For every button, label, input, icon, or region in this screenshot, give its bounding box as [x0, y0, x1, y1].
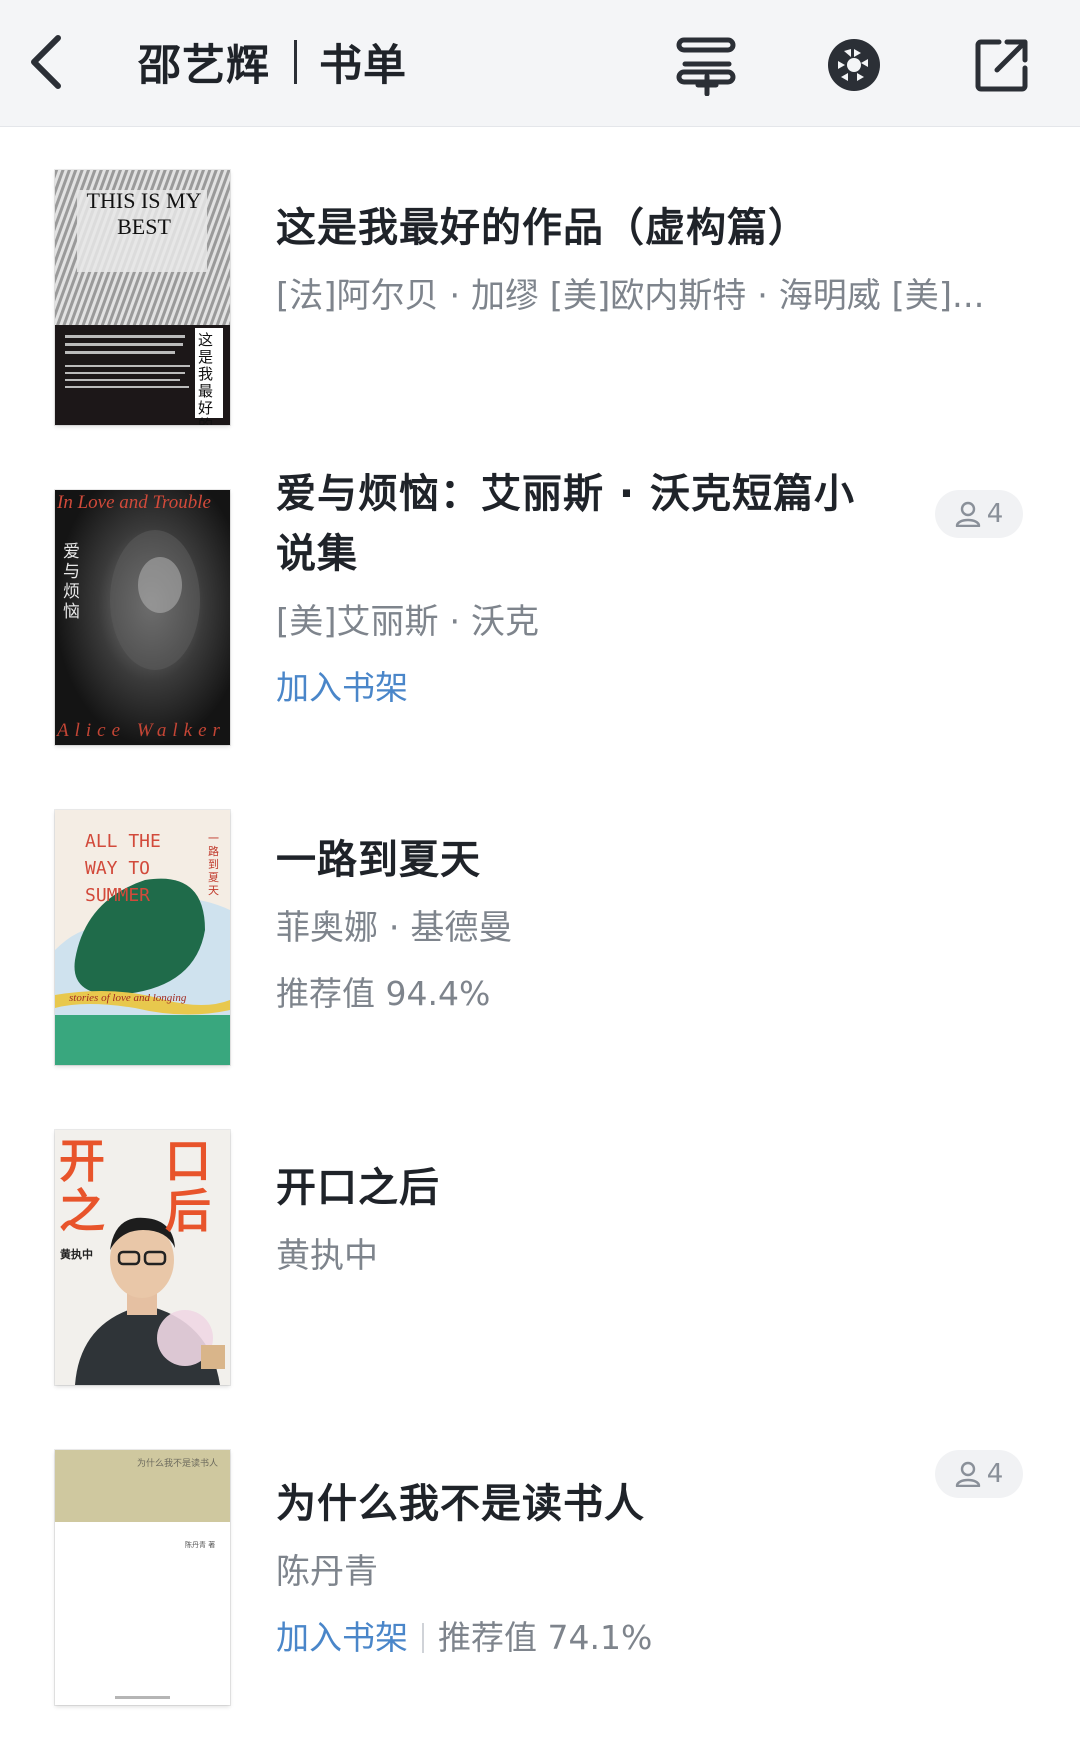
share-external-icon: [975, 39, 1028, 92]
book-title[interactable]: 这是我最好的作品（虚构篇）: [276, 198, 936, 258]
cover-title: THIS IS MY BEST: [86, 188, 202, 239]
cover-side-text: 这是我最好的作品: [198, 331, 214, 426]
book-info: 为什么我不是读书人 陈丹青 加入书架 推荐值 74.1%: [276, 1474, 936, 1662]
book-author: 陈丹青: [276, 1552, 378, 1592]
book-cover[interactable]: 开之 口后 黄执中: [55, 1130, 230, 1385]
person-icon: [955, 501, 980, 527]
page-title-section: 书单: [319, 41, 407, 91]
book-item[interactable]: 为什么我不是读书人 陈丹青 著 为什么我不是读书人 陈丹青 加入书架 推荐值 7…: [0, 1430, 1080, 1730]
page-title: 邵艺辉 书单: [138, 30, 407, 94]
book-author: 菲奥娜 · 基德曼: [276, 908, 513, 948]
book-info: 一路到夏天 菲奥娜 · 基德曼 推荐值 94.4%: [276, 830, 936, 1018]
book-info: 爱与烦恼：艾丽斯 · 沃克短篇小说集 [美]艾丽斯 · 沃克 加入书架: [276, 464, 936, 712]
page-title-owner: 邵艺辉: [138, 41, 270, 91]
book-item[interactable]: THIS IS MY BEST 这是我最好的作品 这是我最好的作品（虚构篇） […: [0, 150, 1080, 450]
recommendation-score: 推荐值 94.4%: [276, 974, 491, 1013]
book-cover[interactable]: ALL THE WAY TO SUMMER stories of love an…: [55, 810, 230, 1065]
cover-artwork: [55, 1450, 230, 1705]
book-title[interactable]: 爱与烦恼：艾丽斯 · 沃克短篇小说集: [276, 464, 856, 584]
cover-top-text: In Love and Trouble: [57, 492, 211, 513]
book-title[interactable]: 开口之后: [276, 1158, 936, 1218]
book-info: 开口之后 黄执中: [276, 1158, 936, 1280]
book-title[interactable]: 一路到夏天: [276, 830, 936, 890]
readers-badge[interactable]: 4: [935, 1450, 1023, 1498]
person-icon: [955, 1461, 980, 1487]
book-item[interactable]: ALL THE WAY TO SUMMER stories of love an…: [0, 790, 1080, 1090]
cover-author: 黄执中: [60, 1248, 93, 1261]
book-cover[interactable]: 为什么我不是读书人 陈丹青 著: [55, 1450, 230, 1705]
title-divider: [294, 40, 297, 84]
readers-count: 4: [986, 1459, 1004, 1489]
book-author: [法]阿尔贝 · 加缪 [美]欧内斯特 · 海明威 [美]...: [276, 276, 985, 316]
cover-subtitle: stories of love and longing: [69, 992, 187, 1004]
back-button[interactable]: [14, 30, 78, 94]
readers-badge[interactable]: 4: [935, 490, 1023, 538]
screen: 邵艺辉 书单 THIS IS MY BEST 这是我最好的 这是我最好的作品（虚…: [0, 0, 1080, 1740]
recommendation-score: 推荐值 74.1%: [438, 1618, 653, 1657]
cover-title: ALL THE WAY TO SUMMER: [85, 831, 161, 906]
cover-side-text: 一路到夏天: [208, 832, 219, 897]
add-to-shelf-link[interactable]: 加入书架: [276, 1614, 408, 1662]
aperture-button[interactable]: [816, 30, 892, 100]
cover-side-text: 爱与烦恼: [63, 542, 80, 622]
meta-divider: [422, 1623, 424, 1653]
cover-author: 陈丹青 著: [185, 1541, 216, 1549]
add-to-list-button[interactable]: [668, 30, 744, 100]
book-info: 这是我最好的作品（虚构篇） [法]阿尔贝 · 加缪 [美]欧内斯特 · 海明威 …: [276, 198, 984, 320]
book-meta: 加入书架 推荐值 74.1%: [276, 1614, 936, 1662]
book-cover[interactable]: THIS IS MY BEST 这是我最好的作品: [55, 170, 230, 425]
add-to-list-icon: [676, 37, 736, 96]
aperture-icon: [828, 39, 880, 91]
add-to-shelf-link[interactable]: 加入书架: [276, 664, 408, 712]
book-author: [美]艾丽斯 · 沃克: [276, 602, 539, 642]
cover-title-left: 开之: [59, 1134, 105, 1238]
book-item[interactable]: 开之 口后 黄执中 开口之后 黄执中: [0, 1110, 1080, 1410]
book-cover[interactable]: In Love and Trouble 爱与烦恼 Alice Walker: [55, 490, 230, 745]
book-meta: 加入书架: [276, 664, 936, 712]
book-item[interactable]: In Love and Trouble 爱与烦恼 Alice Walker 爱与…: [0, 470, 1080, 770]
cover-title-right: 口后: [165, 1134, 211, 1238]
book-meta: 推荐值 94.4%: [276, 970, 936, 1018]
back-arrow-icon: [31, 35, 61, 89]
readers-count: 4: [986, 499, 1004, 529]
cover-title: 为什么我不是读书人: [137, 1459, 219, 1469]
book-author: 黄执中: [276, 1236, 378, 1276]
share-button[interactable]: [964, 30, 1040, 100]
book-title[interactable]: 为什么我不是读书人: [276, 1474, 936, 1534]
top-navigation-bar: 邵艺辉 书单: [0, 0, 1080, 127]
cover-bottom-text: Alice Walker: [57, 720, 226, 741]
